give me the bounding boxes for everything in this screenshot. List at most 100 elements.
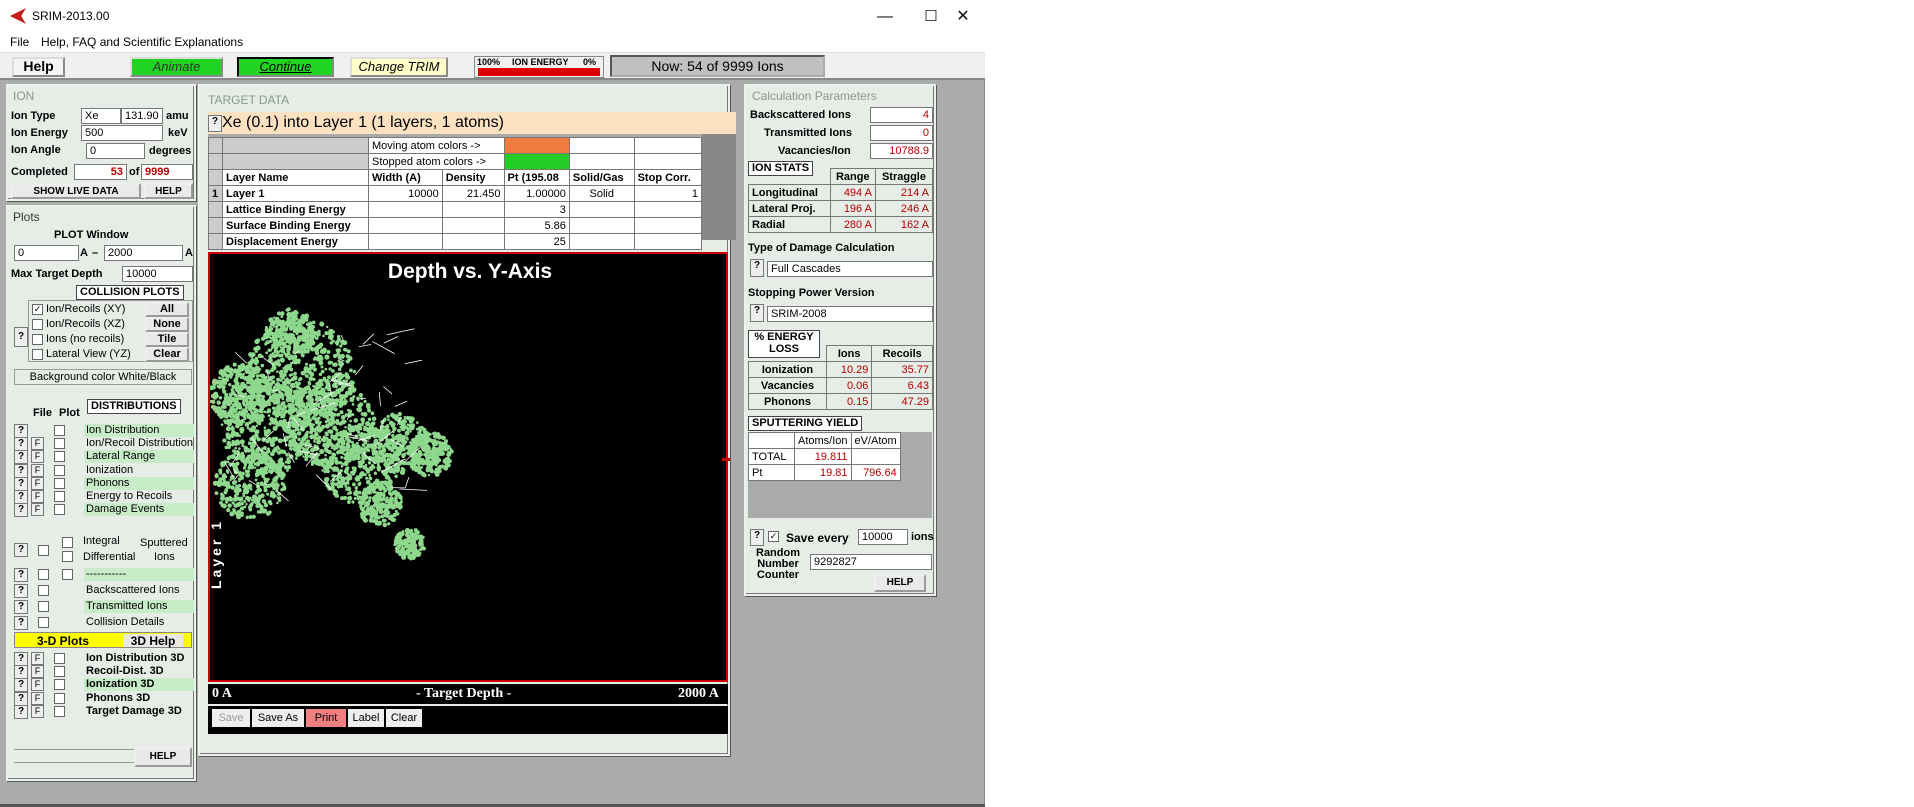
cell-layer-name[interactable]: Layer 1 [222,185,369,202]
ion-type-input[interactable]: Xe [81,108,121,124]
collision-button-2[interactable]: Tile [145,332,189,347]
dist-help-icon-0[interactable]: ? [14,424,28,438]
plot-save-button[interactable]: Save [212,709,250,727]
transmitted-help-icon[interactable]: ? [14,600,28,614]
3d-plot-checkbox-3[interactable] [54,692,65,704]
3d-help-icon-4[interactable]: ? [14,704,28,719]
dist-plot-checkbox-4[interactable] [54,477,65,489]
dist-help-icon-2[interactable]: ? [14,450,28,465]
depth-plot[interactable]: Depth vs. Y-Axis Layer 1 [208,252,730,682]
collision-checkbox-2[interactable] [32,334,43,345]
plot-label-button[interactable]: Label [348,709,384,727]
cell-stoich[interactable]: 1.00000 [503,185,570,202]
dist-help-icon-5[interactable]: ? [14,490,28,504]
dist-plot-checkbox-2[interactable] [54,451,65,463]
dist-help-icon-6[interactable]: ? [14,503,28,518]
plot-save-as-button[interactable]: Save As [252,709,304,727]
dist-plot-checkbox-3[interactable] [54,464,65,476]
dist-file-button-1[interactable]: F [31,437,44,451]
stopping-select[interactable]: SRIM-2008 [767,306,933,322]
backscattered-help-icon[interactable]: ? [14,584,28,598]
save-every-input[interactable]: 10000 [858,529,908,545]
plot-max-input[interactable]: 2000 [104,245,183,261]
dist-plot-checkbox-5[interactable] [54,491,65,502]
damage-help-icon[interactable]: ? [750,259,764,277]
dist-help-icon-3[interactable]: ? [14,463,28,478]
backscattered-checkbox[interactable] [38,585,49,596]
blank-file-checkbox[interactable] [38,569,49,580]
dist-plot-checkbox-0[interactable] [54,425,65,436]
dist-file-button-5[interactable]: F [31,490,44,503]
change-trim-button[interactable]: Change TRIM [350,57,448,77]
3d-file-button-2[interactable]: F [31,678,44,692]
minimize-button[interactable]: — [862,4,908,30]
animate-button[interactable]: Animate [130,57,223,77]
help-button[interactable]: Help [12,57,65,77]
cell-width[interactable]: 10000 [368,185,443,202]
differential-checkbox[interactable] [62,551,73,562]
3d-plot-checkbox-1[interactable] [54,666,65,678]
blank-help-icon[interactable]: ? [14,568,28,582]
plot-min-input[interactable]: 0 [14,245,79,261]
dist-help-icon-4[interactable]: ? [14,476,28,491]
3d-plot-checkbox-0[interactable] [54,653,65,664]
lattice-value[interactable]: 3 [503,201,570,218]
3d-plot-checkbox-2[interactable] [54,679,65,691]
3d-help-icon-0[interactable]: ? [14,652,28,666]
collision-checkbox-1[interactable] [32,319,43,330]
close-button[interactable]: ✕ [940,4,986,30]
dist-file-button-4[interactable]: F [31,476,44,490]
integral-checkbox[interactable] [62,537,73,548]
menu-file[interactable]: File [10,35,29,49]
collision-button-0[interactable]: All [145,302,189,317]
3d-file-button-3[interactable]: F [31,691,44,705]
plot-clear-button[interactable]: Clear [386,709,422,727]
ion-angle-input[interactable]: 0 [86,143,145,159]
collision-help-icon[interactable]: ? [14,327,28,347]
target-grid-scrollbar[interactable] [702,134,736,240]
collision-button-1[interactable]: None [145,317,189,332]
blank-plot-checkbox[interactable] [62,569,73,580]
sputtered-help-icon[interactable]: ? [14,543,28,557]
collision-checkbox-0[interactable]: ✓ [32,304,43,315]
calc-help-button[interactable]: HELP [874,574,926,592]
3d-help-icon-3[interactable]: ? [14,691,28,706]
continue-button[interactable]: Continue [237,57,334,77]
3d-help-icon-2[interactable]: ? [14,678,28,693]
stopped-color-swatch[interactable] [503,153,570,170]
background-color-toggle[interactable]: Background color White/Black [14,369,192,385]
cell-stop-corr[interactable]: 1 [633,185,703,202]
random-number-input[interactable]: 9292827 [810,554,932,570]
save-every-checkbox[interactable]: ✓ [768,531,779,542]
plot-print-button[interactable]: Print [306,709,346,727]
collision-details-checkbox[interactable] [38,617,49,628]
save-help-icon[interactable]: ? [750,529,764,546]
dist-file-button-3[interactable]: F [31,463,44,477]
3d-help-icon-1[interactable]: ? [14,665,28,680]
collision-details-help-icon[interactable]: ? [14,616,28,630]
moving-color-swatch[interactable] [503,137,570,154]
dist-help-icon-1[interactable]: ? [14,437,28,452]
ion-help-button[interactable]: HELP [144,183,193,199]
target-help-icon[interactable]: ? [208,115,222,132]
plots-help-button[interactable]: HELP [134,747,192,767]
dist-file-button-2[interactable]: F [31,450,44,464]
cell-solid-gas[interactable]: Solid [568,185,635,202]
3d-help-button[interactable]: 3D Help [123,634,183,648]
menu-help[interactable]: Help, FAQ and Scientific Explanations [41,35,243,49]
3d-file-button-0[interactable]: F [31,652,44,665]
dist-plot-checkbox-6[interactable] [54,504,65,516]
stopping-help-icon[interactable]: ? [750,304,764,322]
max-depth-input[interactable]: 10000 [122,266,193,282]
show-live-data-button[interactable]: SHOW LIVE DATA [11,183,141,199]
dist-file-button-6[interactable]: F [31,503,44,517]
collision-checkbox-3[interactable] [32,349,43,360]
dist-plot-checkbox-1[interactable] [54,438,65,450]
surface-value[interactable]: 5.86 [503,217,570,234]
3d-file-button-1[interactable]: F [31,665,44,679]
collision-button-3[interactable]: Clear [145,347,189,362]
3d-plot-checkbox-4[interactable] [54,705,65,717]
transmitted-checkbox[interactable] [38,601,49,612]
sputtered-file-checkbox[interactable] [38,545,49,556]
ion-energy-input[interactable]: 500 [81,125,163,141]
